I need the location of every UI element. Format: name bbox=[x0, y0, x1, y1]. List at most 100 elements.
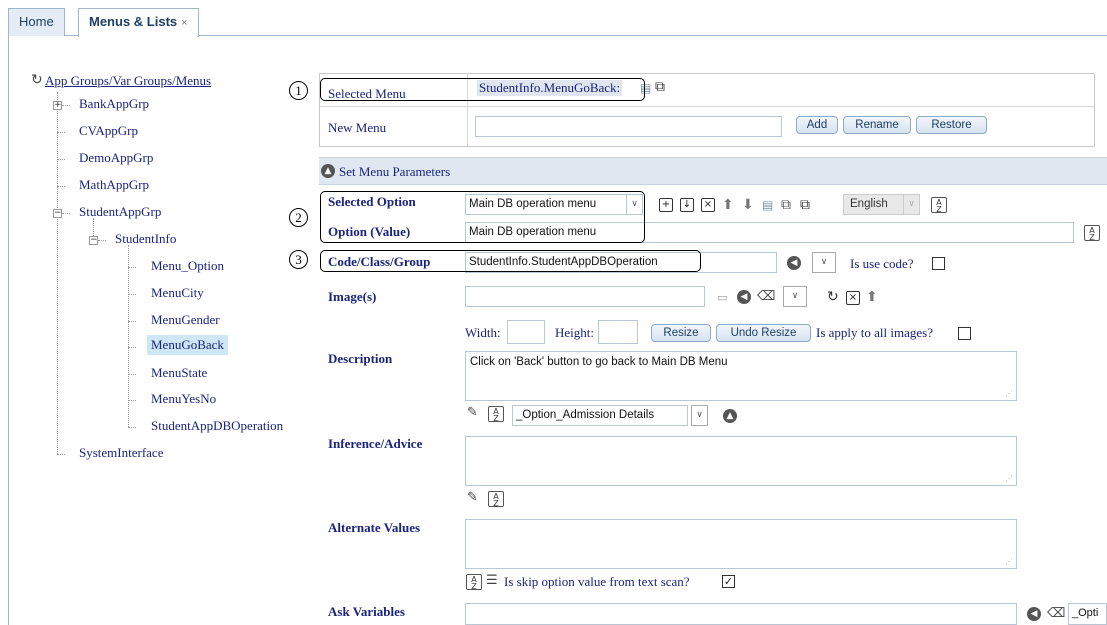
callout-box-3 bbox=[320, 250, 701, 272]
tab-home[interactable]: Home bbox=[8, 8, 65, 36]
tree-item-menugoback[interactable]: MenuGoBack bbox=[147, 335, 228, 355]
copy-icon[interactable]: ⧉ bbox=[781, 197, 791, 213]
ask-variables-label: Ask Variables bbox=[328, 604, 405, 619]
new-menu-input[interactable] bbox=[475, 116, 782, 137]
tree-item-systeminterface[interactable]: SystemInterface bbox=[79, 445, 163, 461]
tab-home-label: Home bbox=[19, 14, 54, 29]
copy-icon[interactable]: ⧉ bbox=[655, 79, 665, 95]
move-down-icon[interactable]: ⬇ bbox=[742, 197, 754, 213]
tree-item-menu-option[interactable]: Menu_Option bbox=[151, 258, 224, 274]
section-title: Set Menu Parameters bbox=[339, 164, 451, 179]
move-up-icon[interactable]: ⬆ bbox=[722, 197, 734, 213]
backspace-icon[interactable]: ⌫ bbox=[1047, 606, 1065, 622]
tree-item-bankappgrp[interactable]: BankAppGrp bbox=[79, 96, 149, 112]
clear-icon[interactable]: × bbox=[846, 291, 860, 305]
refresh-icon[interactable]: ↻ bbox=[31, 72, 43, 88]
resize-button[interactable]: Resize bbox=[651, 324, 711, 342]
tree-line bbox=[57, 92, 58, 454]
list-icon[interactable]: ☰ bbox=[486, 573, 498, 589]
description-textarea[interactable]: Click on 'Back' button to go back to Mai… bbox=[465, 351, 1017, 401]
image-preview-icon[interactable]: ▭ bbox=[717, 290, 727, 306]
restore-button[interactable]: Restore bbox=[916, 116, 987, 134]
new-menu-label: New Menu bbox=[328, 120, 387, 135]
width-label: Width: bbox=[465, 325, 501, 340]
ask-variables-input[interactable] bbox=[465, 603, 1017, 625]
chevron-down-icon[interactable]: ∨ bbox=[783, 286, 807, 307]
images-input[interactable] bbox=[465, 286, 705, 307]
add-option-icon[interactable]: + bbox=[659, 198, 673, 212]
back-icon[interactable]: ◀ bbox=[787, 256, 801, 270]
translate-icon[interactable]: AZ bbox=[466, 574, 482, 591]
collapse-icon[interactable]: − bbox=[89, 236, 98, 245]
collapse-up-icon[interactable]: ▲ bbox=[723, 409, 737, 423]
back-icon[interactable]: ◀ bbox=[737, 290, 751, 304]
alternate-values-label: Alternate Values bbox=[328, 520, 421, 535]
tree-item-menustate[interactable]: MenuState bbox=[151, 365, 207, 381]
tab-menus-lists-label: Menus & Lists bbox=[89, 14, 178, 29]
pencil-icon[interactable]: ✎ bbox=[467, 405, 478, 420]
pencil-icon[interactable]: ✎ bbox=[467, 490, 478, 505]
resize-grip-icon[interactable]: ⋰ bbox=[1005, 474, 1013, 483]
callout-3: 3 bbox=[289, 250, 308, 269]
tree-item-menucity[interactable]: MenuCity bbox=[151, 285, 204, 301]
tree-root[interactable]: App Groups/Var Groups/Menus bbox=[45, 73, 211, 89]
translate-icon[interactable]: AZ bbox=[488, 406, 504, 423]
is-use-code-checkbox[interactable] bbox=[932, 257, 945, 270]
translate-icon[interactable]: AZ bbox=[488, 491, 504, 508]
resize-grip-icon[interactable]: ⋰ bbox=[1005, 557, 1013, 566]
skip-scan-label: Is skip option value from text scan? bbox=[504, 574, 690, 589]
resize-grip-icon[interactable]: ⋰ bbox=[1005, 389, 1013, 398]
expand-icon[interactable]: + bbox=[53, 101, 62, 110]
tree-item-menuyesno[interactable]: MenuYesNo bbox=[151, 391, 216, 407]
tab-menus-lists[interactable]: Menus & Lists × bbox=[78, 8, 199, 37]
tree-item-cvappgrp[interactable]: CVAppGrp bbox=[79, 123, 138, 139]
ask-variables-select[interactable]: _Opti bbox=[1068, 603, 1107, 625]
description-option-select[interactable]: _Option_Admission Details bbox=[512, 405, 688, 426]
chevron-down-icon[interactable]: ∨ bbox=[812, 252, 836, 273]
chevron-down-icon[interactable]: ∨ bbox=[691, 405, 708, 426]
insert-option-icon[interactable]: ↓ bbox=[680, 198, 694, 212]
collapse-icon[interactable]: − bbox=[53, 209, 62, 218]
callout-box-1 bbox=[320, 78, 645, 101]
document-icon[interactable]: ▤ bbox=[762, 197, 773, 213]
paste-icon[interactable]: ⧉ bbox=[800, 197, 810, 213]
set-menu-parameters-header[interactable]: ▲ Set Menu Parameters bbox=[319, 157, 1107, 185]
back-icon[interactable]: ◀ bbox=[1027, 607, 1041, 621]
description-text: Click on 'Back' button to go back to Mai… bbox=[470, 356, 728, 368]
chevron-down-icon[interactable]: ∨ bbox=[903, 194, 920, 215]
tree-item-studentappgrp[interactable]: StudentAppGrp bbox=[79, 204, 161, 220]
tree-item-menugender[interactable]: MenuGender bbox=[151, 312, 220, 328]
content-border bbox=[8, 36, 9, 625]
tree-item-studentappdboperation[interactable]: StudentAppDBOperation bbox=[151, 418, 283, 434]
alternate-values-textarea[interactable]: ⋰ bbox=[465, 519, 1017, 569]
add-button[interactable]: Add bbox=[796, 116, 838, 134]
inference-label: Inference/Advice bbox=[328, 436, 423, 451]
apply-all-checkbox[interactable] bbox=[958, 327, 971, 340]
callout-1: 1 bbox=[289, 81, 308, 100]
tab-bar: Home Menus & Lists × bbox=[8, 6, 1107, 37]
inference-textarea[interactable]: ⋰ bbox=[465, 436, 1017, 486]
tree-item-mathappgrp[interactable]: MathAppGrp bbox=[79, 177, 149, 193]
undo-resize-button[interactable]: Undo Resize bbox=[716, 324, 811, 342]
close-icon[interactable]: × bbox=[181, 17, 187, 29]
description-label: Description bbox=[328, 351, 393, 366]
width-input[interactable] bbox=[507, 320, 545, 344]
collapse-up-icon[interactable]: ▲ bbox=[321, 164, 335, 178]
tree-item-demoappgrp[interactable]: DemoAppGrp bbox=[79, 150, 153, 166]
language-select[interactable]: English bbox=[843, 194, 904, 215]
translate-icon[interactable]: AZ bbox=[1084, 225, 1100, 242]
is-use-code-label: Is use code? bbox=[850, 256, 914, 271]
refresh-icon[interactable]: ↻ bbox=[827, 289, 839, 305]
height-input[interactable] bbox=[598, 320, 638, 344]
rename-button[interactable]: Rename bbox=[843, 116, 911, 134]
callout-2: 2 bbox=[289, 208, 308, 227]
height-label: Height: bbox=[555, 325, 594, 340]
translate-icon[interactable]: AZ bbox=[931, 197, 947, 214]
images-label: Image(s) bbox=[328, 289, 377, 304]
tree-item-studentinfo[interactable]: StudentInfo bbox=[115, 231, 176, 247]
callout-box-2 bbox=[320, 191, 645, 243]
backspace-icon[interactable]: ⌫ bbox=[757, 289, 775, 305]
skip-scan-checkbox[interactable]: ✓ bbox=[722, 575, 735, 588]
delete-option-icon[interactable]: × bbox=[701, 198, 715, 212]
upload-icon[interactable]: ⬆ bbox=[866, 289, 878, 305]
